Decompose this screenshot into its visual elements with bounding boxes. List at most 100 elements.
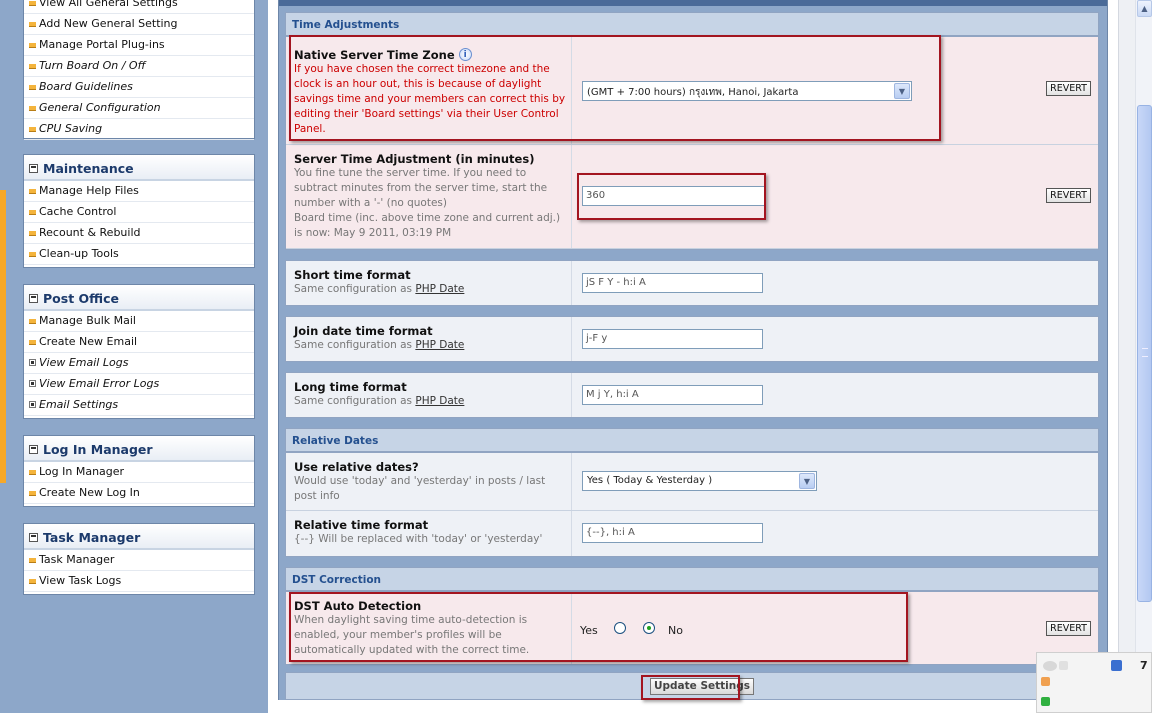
bullet-icon (29, 340, 36, 345)
log-in-manager-menu-box: Log In Manager Log In Manager Create New… (23, 435, 255, 507)
setting-label: Server Time Adjustment (in minutes) You … (286, 145, 572, 248)
panel-top-bar (279, 0, 1107, 6)
highlight-box-update-button (641, 675, 740, 700)
menu-item-cleanup-tools[interactable]: Clean-up Tools (24, 244, 254, 265)
section-header-dst-correction: DST Correction (285, 567, 1099, 591)
menu-item-task-manager[interactable]: Task Manager (24, 550, 254, 571)
join-format-input[interactable]: j-F y (582, 329, 763, 349)
section-header-time-adjustments: Time Adjustments (285, 12, 1099, 36)
bullet-icon (29, 491, 36, 496)
collapse-icon[interactable] (29, 533, 38, 542)
menu-item-add-setting[interactable]: Add New General Setting (24, 14, 254, 35)
setting-description: Same configuration as (294, 339, 413, 351)
bullet-icon (29, 43, 36, 48)
setting-description: Would use 'today' and 'yesterday' in pos… (294, 475, 546, 502)
highlight-box-time-adjustment (577, 173, 766, 220)
maintenance-header[interactable]: Maintenance (24, 155, 254, 181)
menu-item-board-guidelines[interactable]: Board Guidelines (24, 77, 254, 98)
menu-item-view-email-error-logs[interactable]: View Email Error Logs (24, 374, 254, 395)
long-format-group: Long time format Same configuration as P… (285, 372, 1099, 418)
setting-title: Server Time Adjustment (in minutes) (294, 152, 535, 166)
revert-button[interactable]: REVERT (1046, 621, 1091, 636)
setting-row-use-relative: Use relative dates? Would use 'today' an… (286, 453, 1098, 511)
menu-item-recount-rebuild[interactable]: Recount & Rebuild (24, 223, 254, 244)
relative-format-input[interactable]: {--}, h:i A (582, 523, 763, 543)
task-manager-menu-box: Task Manager Task Manager View Task Logs (23, 523, 255, 595)
status-icon[interactable] (1041, 697, 1050, 706)
app-icon[interactable] (1041, 677, 1050, 686)
menu-item-general-configuration[interactable]: General Configuration (24, 98, 254, 119)
menu-item-log-in-manager[interactable]: Log In Manager (24, 462, 254, 483)
scroll-thumb[interactable] (1137, 105, 1152, 602)
menu-item-cache-control[interactable]: Cache Control (24, 202, 254, 223)
bullet-icon (29, 127, 36, 132)
setting-label: Join date time format Same configuration… (286, 317, 572, 361)
highlight-box-dst (289, 592, 908, 662)
post-office-menu-box: Post Office Manage Bulk Mail Create New … (23, 284, 255, 419)
bullet-icon (29, 22, 36, 27)
settings-icon (29, 401, 36, 408)
main-content: Time Adjustments Native Server Time Zone… (268, 0, 1118, 713)
menu-item-cpu-saving[interactable]: CPU Saving (24, 119, 254, 140)
vertical-scrollbar[interactable]: ▲ ▼ (1135, 0, 1152, 713)
bullet-icon (29, 210, 36, 215)
maintenance-menu-box: Maintenance Manage Help Files Cache Cont… (23, 154, 255, 268)
bullet-icon (29, 189, 36, 194)
php-date-link[interactable]: PHP Date (415, 395, 464, 407)
setting-row-short-format: Short time format Same configuration as … (286, 261, 1098, 305)
sidebar-accent-strip (0, 190, 6, 483)
menu-item-create-new-log-in[interactable]: Create New Log In (24, 483, 254, 504)
collapse-icon[interactable] (29, 445, 38, 454)
menu-item-manage-bulk-mail[interactable]: Manage Bulk Mail (24, 311, 254, 332)
task-manager-header[interactable]: Task Manager (24, 524, 254, 550)
bullet-icon (29, 470, 36, 475)
bullet-icon (29, 558, 36, 563)
log-icon (29, 359, 36, 366)
scroll-up-icon[interactable]: ▲ (1137, 0, 1152, 17)
join-format-group: Join date time format Same configuration… (285, 316, 1099, 362)
menu-item-email-settings[interactable]: Email Settings (24, 395, 254, 416)
setting-description: {--} Will be replaced with 'today' or 'y… (294, 533, 543, 545)
menu-item-view-task-logs[interactable]: View Task Logs (24, 571, 254, 592)
collapse-icon[interactable] (29, 294, 38, 303)
menu-item-manage-help-files[interactable]: Manage Help Files (24, 181, 254, 202)
menu-item-create-new-email[interactable]: Create New Email (24, 332, 254, 353)
menu-item-portal-plugins[interactable]: Manage Portal Plug-ins (24, 35, 254, 56)
chevron-down-icon: ▼ (799, 473, 815, 489)
log-in-manager-header[interactable]: Log In Manager (24, 436, 254, 462)
revert-button[interactable]: REVERT (1046, 81, 1091, 96)
monitor-icon[interactable] (1111, 660, 1122, 671)
bullet-icon (29, 579, 36, 584)
long-format-input[interactable]: M j Y, h:i A (582, 385, 763, 405)
short-format-group: Short time format Same configuration as … (285, 260, 1099, 306)
menu-item-view-email-logs[interactable]: View Email Logs (24, 353, 254, 374)
menu-item-turn-board-on-off[interactable]: Turn Board On / Off (24, 56, 254, 77)
php-date-link[interactable]: PHP Date (415, 339, 464, 351)
collapse-icon[interactable] (29, 164, 38, 173)
relative-dates-select[interactable]: Yes ( Today & Yesterday ) ▼ (582, 471, 817, 491)
menu-item-view-all-settings[interactable]: View All General Settings (24, 0, 254, 14)
revert-button[interactable]: REVERT (1046, 188, 1091, 203)
short-format-input[interactable]: jS F Y - h:i A (582, 273, 763, 293)
bullet-icon (29, 1, 36, 6)
php-date-link[interactable]: PHP Date (415, 283, 464, 295)
bullet-icon (29, 64, 36, 69)
bullet-icon (29, 231, 36, 236)
setting-label: Long time format Same configuration as P… (286, 373, 572, 417)
setting-label: Short time format Same configuration as … (286, 261, 572, 305)
log-icon (29, 380, 36, 387)
setting-title: Relative time format (294, 518, 429, 532)
section-header-relative-dates: Relative Dates (285, 428, 1099, 452)
setting-title: Use relative dates? (294, 460, 419, 474)
bullet-icon (29, 85, 36, 90)
admin-sidebar: View All General Settings Add New Genera… (0, 0, 268, 713)
post-office-header[interactable]: Post Office (24, 285, 254, 311)
network-icon[interactable] (1059, 661, 1068, 670)
bullet-icon (29, 106, 36, 111)
bullet-icon (29, 319, 36, 324)
setting-row-join-format: Join date time format Same configuration… (286, 317, 1098, 361)
tray-counter: 7 (1140, 659, 1148, 672)
setting-title: Join date time format (294, 324, 433, 338)
bullet-icon (29, 252, 36, 257)
speaker-icon[interactable] (1043, 661, 1057, 671)
